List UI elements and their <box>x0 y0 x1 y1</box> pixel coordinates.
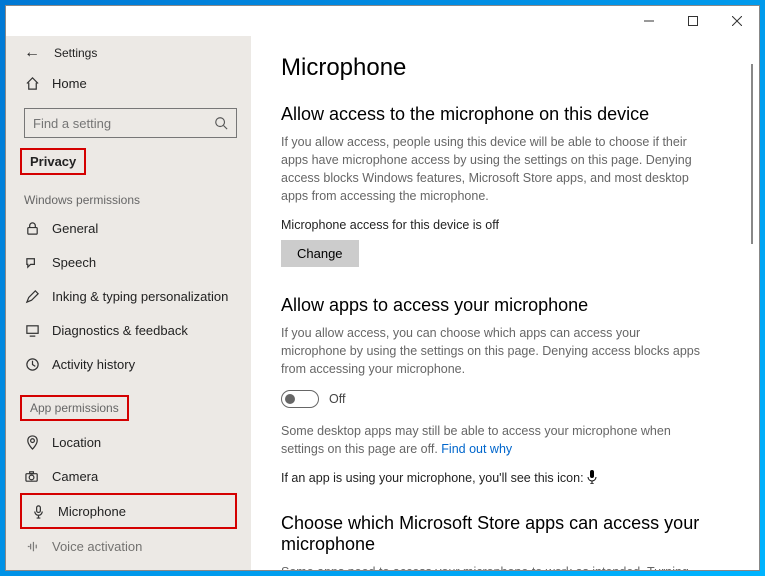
sidebar-item-label: General <box>52 221 98 236</box>
microphone-status-icon <box>587 470 597 487</box>
sidebar-item-diagnostics[interactable]: Diagnostics & feedback <box>6 313 251 347</box>
sidebar-item-inking[interactable]: Inking & typing personalization <box>6 279 251 313</box>
search-icon <box>214 116 228 130</box>
section-heading: Choose which Microsoft Store apps can ac… <box>281 513 729 555</box>
scrollbar[interactable] <box>751 64 753 244</box>
content-pane: Microphone Allow access to the microphon… <box>251 36 759 570</box>
section-windows-permissions: Windows permissions <box>6 175 251 211</box>
camera-icon <box>24 468 40 484</box>
home-icon <box>24 75 40 91</box>
sidebar-item-activity[interactable]: Activity history <box>6 347 251 381</box>
section-heading: Allow apps to access your microphone <box>281 295 729 316</box>
sidebar-item-label: Speech <box>52 255 96 270</box>
find-out-why-link[interactable]: Find out why <box>441 442 512 456</box>
device-access-status: Microphone access for this device is off <box>281 218 729 232</box>
sidebar-item-camera[interactable]: Camera <box>6 459 251 493</box>
pen-icon <box>24 288 40 304</box>
section-app-permissions: App permissions <box>20 395 129 421</box>
close-button[interactable] <box>715 6 759 36</box>
sidebar-item-label: Inking & typing personalization <box>52 289 228 304</box>
sidebar-item-label: Activity history <box>52 357 135 372</box>
back-button[interactable]: ← <box>24 44 40 62</box>
sidebar-item-label: Camera <box>52 469 98 484</box>
search-box[interactable] <box>24 108 237 138</box>
microphone-icon <box>30 503 46 519</box>
sidebar-item-microphone[interactable]: Microphone <box>20 493 237 529</box>
toggle-label: Off <box>329 392 345 406</box>
section-description: If you allow access, you can choose whic… <box>281 324 701 378</box>
history-icon <box>24 356 40 372</box>
maximize-button[interactable] <box>671 6 715 36</box>
location-icon <box>24 434 40 450</box>
lock-icon <box>24 220 40 236</box>
voice-icon <box>24 538 40 554</box>
category-privacy[interactable]: Privacy <box>20 148 86 175</box>
sidebar-item-voice[interactable]: Voice activation <box>6 529 251 563</box>
page-title: Microphone <box>281 54 729 82</box>
sidebar-item-location[interactable]: Location <box>6 425 251 459</box>
title-bar <box>6 6 759 36</box>
apps-access-toggle[interactable]: Off <box>281 390 729 408</box>
sidebar: ← Settings Home Privacy Windows permissi… <box>6 36 251 570</box>
sidebar-item-label: Diagnostics & feedback <box>52 323 188 338</box>
section-description: If you allow access, people using this d… <box>281 133 701 206</box>
speech-icon <box>24 254 40 270</box>
section-heading: Allow access to the microphone on this d… <box>281 104 729 125</box>
section-description: Some apps need to access your microphone… <box>281 563 701 570</box>
search-input[interactable] <box>33 116 214 131</box>
home-label: Home <box>52 76 87 91</box>
sidebar-item-label: Microphone <box>58 504 126 519</box>
minimize-button[interactable] <box>627 6 671 36</box>
sidebar-item-label: Voice activation <box>52 539 142 554</box>
settings-window: ← Settings Home Privacy Windows permissi… <box>5 5 760 571</box>
home-nav[interactable]: Home <box>6 66 251 100</box>
sidebar-item-label: Location <box>52 435 101 450</box>
feedback-icon <box>24 322 40 338</box>
desktop-apps-note: Some desktop apps may still be able to a… <box>281 422 701 458</box>
sidebar-item-general[interactable]: General <box>6 211 251 245</box>
window-title: Settings <box>54 46 97 60</box>
change-button[interactable]: Change <box>281 240 359 267</box>
mic-in-use-text: If an app is using your microphone, you'… <box>281 470 729 487</box>
toggle-switch[interactable] <box>281 390 319 408</box>
sidebar-item-speech[interactable]: Speech <box>6 245 251 279</box>
